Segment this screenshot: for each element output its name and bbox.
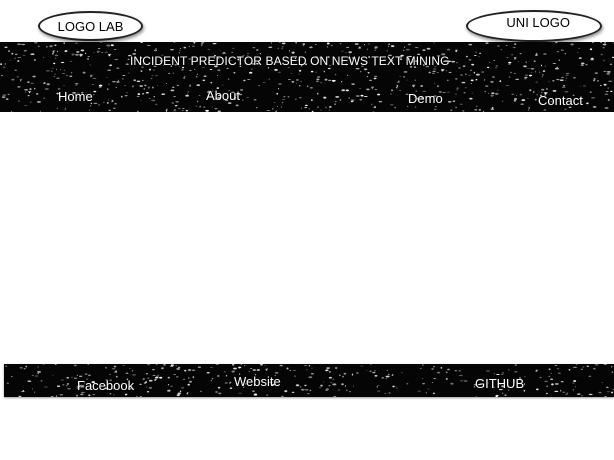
nav-demo-link[interactable]: Demo — [408, 91, 443, 106]
footer-website-link[interactable]: Website — [234, 374, 281, 389]
lab-logo-text: LOGO LAB — [57, 18, 124, 34]
university-logo-text: UNI LOGO — [506, 15, 570, 30]
footer-facebook-link[interactable]: Facebook — [77, 378, 134, 393]
header-banner: INCIDENT PREDICTOR BASED ON NEWS TEXT MI… — [0, 42, 614, 112]
footer-banner: Facebook Website GITHUB — [4, 364, 614, 397]
footer-github-link[interactable]: GITHUB — [475, 376, 524, 391]
site-title: INCIDENT PREDICTOR BASED ON NEWS TEXT MI… — [130, 54, 450, 68]
nav-contact-link[interactable]: Contact — [538, 93, 583, 108]
university-logo: UNI LOGO — [466, 10, 602, 42]
nav-home-link[interactable]: Home — [58, 89, 93, 104]
nav-about-link[interactable]: About — [206, 88, 240, 103]
lab-logo: LOGO LAB — [38, 11, 143, 41]
